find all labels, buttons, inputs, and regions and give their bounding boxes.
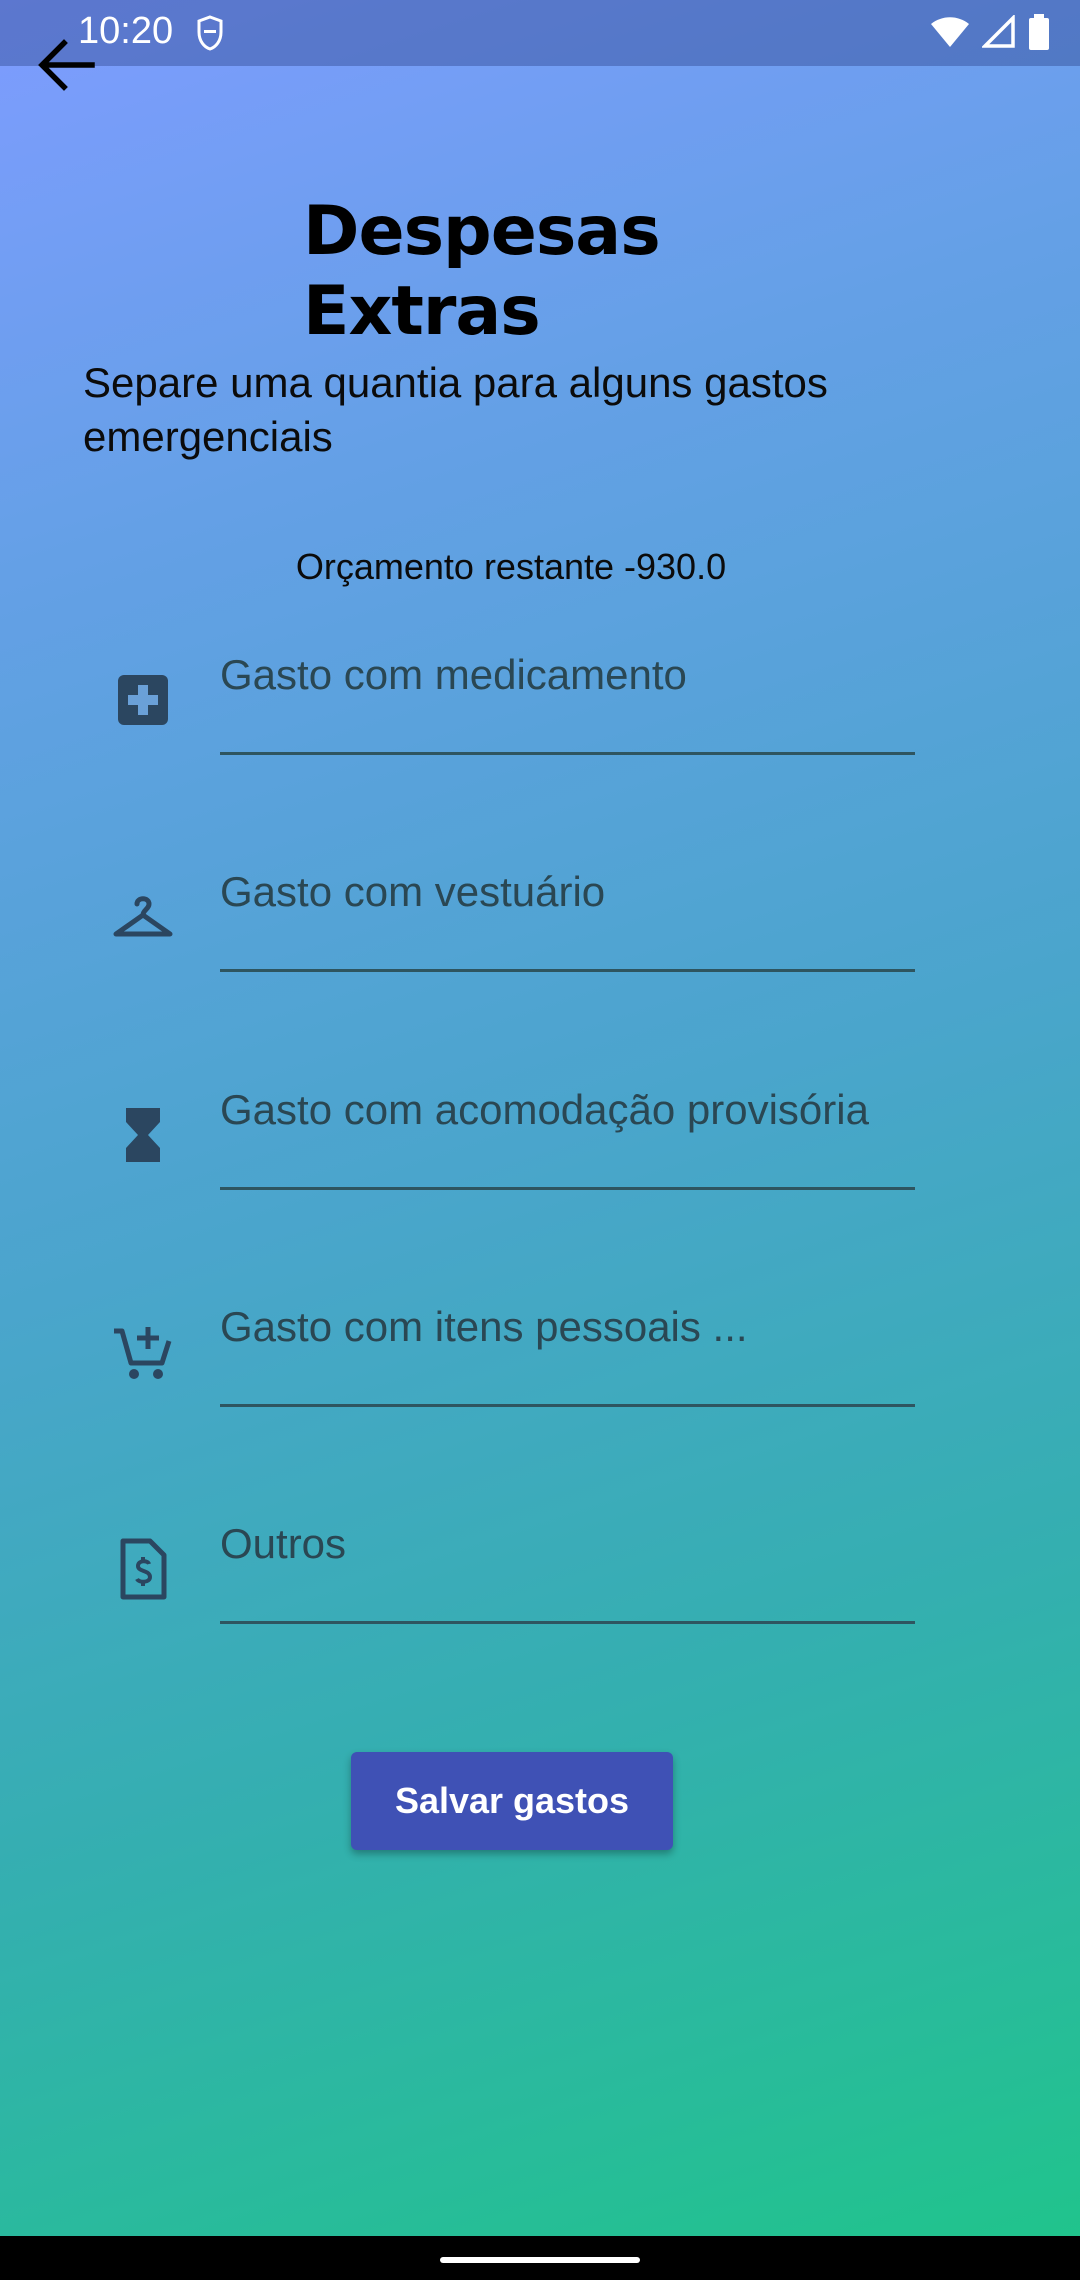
wifi-icon xyxy=(931,17,969,47)
back-arrow-icon[interactable] xyxy=(30,30,100,100)
page-title: Despesas Extras xyxy=(303,192,661,351)
other-expense-input[interactable] xyxy=(220,1514,915,1624)
clothing-expense-field xyxy=(110,862,915,982)
medical-cross-icon xyxy=(118,675,168,725)
save-expenses-button[interactable]: Salvar gastos xyxy=(351,1752,673,1850)
personal-items-expense-input[interactable] xyxy=(220,1297,915,1407)
other-expense-field xyxy=(110,1514,915,1634)
cell-signal-icon xyxy=(982,15,1015,48)
accommodation-expense-field xyxy=(110,1080,915,1200)
home-gesture-handle[interactable] xyxy=(440,2257,640,2263)
privacy-shield-icon xyxy=(197,15,223,51)
add-cart-icon xyxy=(114,1327,172,1379)
medication-expense-input[interactable] xyxy=(220,645,915,755)
hanger-icon xyxy=(113,896,173,937)
invoice-icon xyxy=(120,1538,167,1600)
page-subtitle: Separe uma quantia para alguns gastos em… xyxy=(83,359,828,460)
personal-items-expense-field xyxy=(110,1297,915,1417)
hourglass-icon xyxy=(126,1108,160,1162)
status-icons xyxy=(930,14,1050,50)
battery-icon xyxy=(1029,14,1049,50)
accommodation-expense-input[interactable] xyxy=(220,1080,915,1190)
clothing-expense-input[interactable] xyxy=(220,862,915,972)
remaining-budget-text: Orçamento restante -930.0 xyxy=(295,546,727,587)
medication-expense-field xyxy=(110,645,915,765)
